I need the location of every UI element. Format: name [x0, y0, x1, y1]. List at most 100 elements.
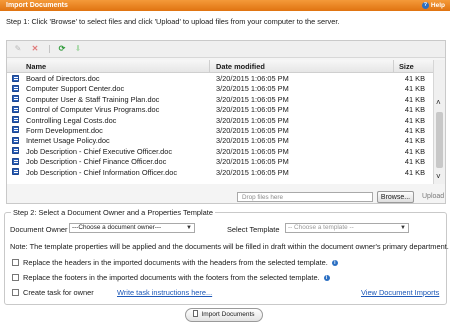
file-date: 3/20/2015 1:06:05 PM	[216, 94, 289, 104]
file-size: 41 KB	[404, 74, 425, 83]
import-button-label: Import Documents	[201, 311, 255, 318]
word-document-icon	[12, 147, 19, 155]
file-date: 3/20/2015 1:06:05 PM	[216, 146, 289, 156]
file-date: 3/20/2015 1:06:05 PM	[216, 115, 289, 125]
word-document-icon	[12, 157, 19, 165]
file-grid: Name Date modified Size Board of Directo…	[7, 60, 445, 184]
scroll-thumb[interactable]	[436, 112, 443, 168]
file-name: Control of Computer Virus Programs.doc	[26, 105, 160, 115]
file-size: 41 KB	[404, 105, 425, 115]
word-document-icon	[12, 126, 19, 134]
replace-footers-row: Replace the footers in the imported docu…	[23, 273, 330, 282]
replace-headers-row: Replace the headers in the imported docu…	[23, 258, 338, 267]
step2-legend: Step 2: Select a Document Owner and a Pr…	[11, 208, 215, 217]
file-rows: Board of Directors.doc 3/20/2015 1:06:05 …	[7, 73, 433, 177]
scroll-up-icon[interactable]: ˄	[436, 98, 441, 107]
file-name: Computer Support Center.doc	[26, 84, 125, 94]
file-date: 3/20/2015 1:06:05 PM	[216, 157, 289, 167]
chevron-down-icon: ▼	[186, 225, 192, 231]
owner-label: Document Owner	[10, 225, 68, 234]
file-size: 41 KB	[404, 84, 425, 94]
drop-files-field[interactable]: Drop files here	[237, 192, 373, 202]
word-document-icon	[12, 105, 19, 113]
file-row[interactable]: Job Description - Chief Executive Office…	[7, 146, 433, 156]
template-label: Select Template	[227, 225, 280, 234]
delete-icon[interactable]: ✕	[30, 44, 40, 54]
file-date: 3/20/2015 1:06:05 PM	[216, 125, 289, 135]
file-row[interactable]: Computer User & Staff Training Plan.doc 3…	[7, 94, 433, 104]
file-row[interactable]: Job Description - Chief Finance Officer.…	[7, 156, 433, 166]
download-icon[interactable]: ⬇	[73, 44, 83, 54]
file-row[interactable]: Board of Directors.doc 3/20/2015 1:06:05 …	[7, 73, 433, 83]
file-name: Controlling Legal Costs.doc	[26, 115, 117, 125]
edit-icon[interactable]: ✎	[13, 44, 23, 54]
template-note: Note: The template properties will be ap…	[10, 242, 449, 251]
toolbar-divider	[49, 45, 50, 53]
create-task-checkbox[interactable]	[12, 289, 19, 296]
file-date: 3/20/2015 1:06:05 PM	[216, 167, 289, 177]
file-toolbar: ✎ ✕ ⟳ ⬇	[7, 41, 445, 58]
replace-headers-checkbox[interactable]	[12, 259, 19, 266]
step2-fieldset: Step 2: Select a Document Owner and a Pr…	[4, 208, 449, 305]
upload-button[interactable]: Upload	[422, 193, 444, 200]
owner-select-value: ---Choose a document owner---	[72, 224, 162, 231]
file-row[interactable]: Form Development.doc 3/20/2015 1:06:05 PM…	[7, 125, 433, 135]
file-size: 41 KB	[404, 94, 425, 104]
replace-footers-checkbox[interactable]	[12, 274, 19, 281]
info-icon[interactable]: i	[323, 275, 330, 281]
word-document-icon	[12, 95, 19, 103]
file-name: Computer User & Staff Training Plan.doc	[26, 94, 160, 104]
file-name: Board of Directors.doc	[26, 74, 100, 83]
file-name: Internet Usage Policy.doc	[26, 136, 110, 146]
file-size: 41 KB	[404, 136, 425, 146]
document-owner-select[interactable]: ---Choose a document owner--- ▼	[69, 223, 195, 233]
step1-instruction: Step 1: Click 'Browse' to select files a…	[6, 17, 340, 26]
question-circle-icon: ?	[421, 1, 429, 9]
word-document-icon	[12, 168, 19, 176]
column-divider	[209, 60, 210, 72]
info-icon[interactable]: i	[331, 260, 338, 266]
create-task-label: Create task for owner	[23, 288, 94, 297]
file-size: 41 KB	[404, 167, 425, 177]
help-label: Help	[430, 1, 445, 9]
file-name: Job Description - Chief Executive Office…	[26, 146, 173, 156]
file-name: Job Description - Chief Information Offi…	[26, 167, 178, 177]
template-select-value: -- Choose a template --	[288, 224, 354, 231]
template-select[interactable]: -- Choose a template -- ▼	[285, 223, 409, 233]
file-size: 41 KB	[404, 157, 425, 167]
file-row[interactable]: Internet Usage Policy.doc 3/20/2015 1:06:…	[7, 135, 433, 145]
window-title: Import Documents	[6, 1, 68, 9]
help-link[interactable]: ? Help	[421, 1, 445, 9]
view-imports-link[interactable]: View Document Imports	[361, 288, 439, 297]
browse-button[interactable]: Browse...	[377, 191, 414, 203]
import-documents-button[interactable]: Import Documents	[185, 308, 263, 322]
file-date: 3/20/2015 1:06:05 PM	[216, 74, 289, 83]
column-header-name[interactable]: Name	[26, 62, 46, 71]
file-size: 41 KB	[404, 125, 425, 135]
file-date: 3/20/2015 1:06:05 PM	[216, 105, 289, 115]
file-row[interactable]: Control of Computer Virus Programs.doc 3/…	[7, 104, 433, 114]
grid-scrollbar[interactable]: ˄ ˅	[433, 60, 445, 184]
window-titlebar: Import Documents ? Help	[0, 0, 450, 11]
word-document-icon	[12, 136, 19, 144]
column-divider	[393, 60, 394, 72]
replace-headers-label: Replace the headers in the imported docu…	[23, 258, 328, 267]
file-row[interactable]: Controlling Legal Costs.doc 3/20/2015 1:0…	[7, 115, 433, 125]
word-document-icon	[12, 74, 19, 82]
document-icon	[193, 310, 199, 317]
chevron-down-icon: ▼	[400, 225, 406, 231]
file-date: 3/20/2015 1:06:05 PM	[216, 136, 289, 146]
file-row[interactable]: Computer Support Center.doc 3/20/2015 1:0…	[7, 83, 433, 93]
word-document-icon	[12, 116, 19, 124]
file-name: Form Development.doc	[26, 125, 103, 135]
file-row[interactable]: Job Description - Chief Information Offi…	[7, 167, 433, 177]
file-panel: ✎ ✕ ⟳ ⬇ Name Date modified Size Board of…	[6, 40, 446, 204]
column-header-date[interactable]: Date modified	[216, 62, 265, 71]
refresh-icon[interactable]: ⟳	[57, 44, 67, 54]
scroll-down-icon[interactable]: ˅	[436, 172, 441, 181]
column-header-size[interactable]: Size	[399, 62, 414, 71]
file-date: 3/20/2015 1:06:05 PM	[216, 84, 289, 94]
write-instructions-link[interactable]: Write task instructions here...	[117, 288, 212, 297]
replace-footers-label: Replace the footers in the imported docu…	[23, 273, 320, 282]
file-name: Job Description - Chief Finance Officer.…	[26, 157, 167, 167]
